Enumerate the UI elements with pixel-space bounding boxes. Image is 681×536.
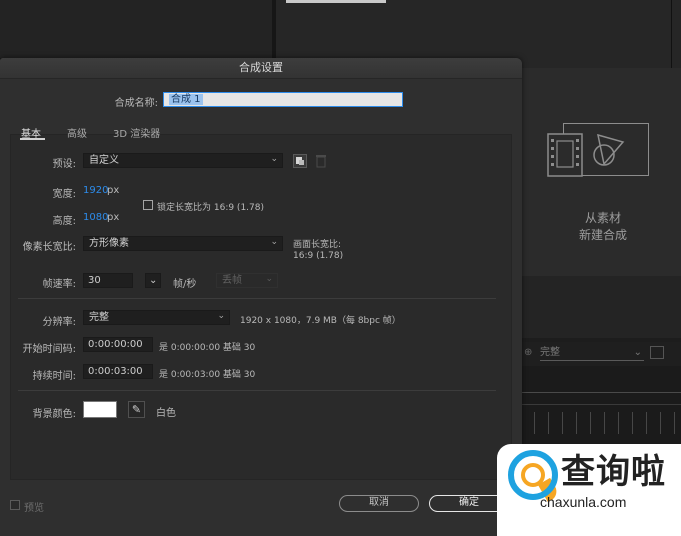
chevron-down-icon: ⌄ xyxy=(217,311,225,321)
chevron-down-icon: ⌄ xyxy=(270,154,278,164)
resolution-select-value: 完整 xyxy=(540,347,560,358)
pixel-aspect-label: 像素长宽比: xyxy=(22,242,76,253)
new-comp-from-footage-label[interactable]: 从素材 新建合成 xyxy=(548,210,658,244)
timeline-ruler[interactable] xyxy=(520,412,681,434)
eyedropper-icon[interactable]: ✎ xyxy=(128,401,145,418)
start-timecode-info: 是 0:00:00:00 基础 30 xyxy=(159,343,256,353)
watermark-url: chaxunla.com xyxy=(540,494,627,510)
dialog-titlebar[interactable]: 合成设置 xyxy=(0,58,522,79)
section-divider xyxy=(18,298,496,299)
preview-label: 预览 xyxy=(24,503,44,514)
frame-rate-unit: 帧/秒 xyxy=(173,279,197,290)
bg-color-label: 背景颜色: xyxy=(32,409,76,420)
workspace-panel xyxy=(520,276,681,338)
composition-settings-dialog: 合成设置 合成名称: 合成 1 基本 高级 3D 渲染器 预设: 自定义 ⌄ 宽… xyxy=(0,58,522,536)
resolution-info: 1920 x 1080，7.9 MB（每 8bpc 帧） xyxy=(240,316,401,326)
comp-name-label: 合成名称: xyxy=(114,98,158,109)
comp-name-value: 合成 1 xyxy=(169,94,203,105)
region-of-interest-button[interactable] xyxy=(650,346,664,359)
workspace-top-left-panel xyxy=(0,0,272,58)
height-label: 高度: xyxy=(52,216,76,227)
height-unit: px xyxy=(107,212,120,223)
frame-aspect-value: 16:9 (1.78) xyxy=(293,251,344,261)
resolution-select[interactable]: 完整 ⌄ xyxy=(83,310,230,325)
top-panel-bar xyxy=(286,0,386,3)
preset-label: 预设: xyxy=(52,159,76,170)
timeline-divider xyxy=(520,392,681,393)
frame-rate-label: 帧速率: xyxy=(42,279,76,290)
bg-color-swatch[interactable] xyxy=(83,401,117,418)
start-timecode-value: 0:00:00:00 xyxy=(88,339,143,350)
tab-3d-renderer[interactable]: 3D 渲染器 xyxy=(113,125,160,140)
height-value[interactable]: 1080 xyxy=(83,212,108,223)
chevron-down-icon: ⌄ xyxy=(265,274,273,284)
color-wheel-icon[interactable]: ⊕ xyxy=(524,347,532,358)
lock-aspect-label: 锁定长宽比为 16:9 (1.78) xyxy=(157,203,264,213)
duration-input[interactable]: 0:00:03:00 xyxy=(83,364,153,379)
panel-divider xyxy=(671,0,672,68)
pixel-aspect-select[interactable]: 方形像素 ⌄ xyxy=(83,236,283,251)
drop-frame-value: 丢帧 xyxy=(222,275,242,286)
chevron-down-icon: ⌄ xyxy=(633,347,642,358)
drop-frame-select[interactable]: 丢帧 ⌄ xyxy=(216,273,278,288)
film-icon xyxy=(547,133,583,177)
preset-value: 自定义 xyxy=(89,155,119,166)
shapes-icon xyxy=(593,133,625,166)
resolution-value: 完整 xyxy=(89,312,109,323)
frame-rate-menu-button[interactable]: ⌄ xyxy=(145,273,161,288)
chevron-down-icon: ⌄ xyxy=(270,237,278,247)
dialog-title: 合成设置 xyxy=(239,61,283,74)
lock-aspect-checkbox[interactable] xyxy=(143,200,153,210)
watermark-text: 查询啦 xyxy=(561,452,666,492)
pixel-aspect-value: 方形像素 xyxy=(89,238,129,249)
timeline-divider xyxy=(520,404,681,405)
preset-select[interactable]: 自定义 ⌄ xyxy=(83,153,283,168)
section-divider xyxy=(18,390,496,391)
frame-rate-input[interactable]: 30 xyxy=(83,273,133,288)
width-value[interactable]: 1920 xyxy=(83,185,108,196)
frame-rate-value: 30 xyxy=(88,275,101,286)
tab-advanced[interactable]: 高级 xyxy=(67,125,87,140)
trash-icon[interactable] xyxy=(315,154,329,168)
frame-aspect-label: 画面长宽比: xyxy=(293,240,342,250)
chevron-down-icon: ⌄ xyxy=(149,275,158,286)
preview-checkbox[interactable] xyxy=(10,500,20,510)
duration-value: 0:00:03:00 xyxy=(88,366,143,377)
width-unit: px xyxy=(107,185,120,196)
cancel-button[interactable]: 取消 xyxy=(339,495,419,512)
start-timecode-input[interactable]: 0:00:00:00 xyxy=(83,337,153,352)
bg-color-name: 白色 xyxy=(156,408,176,419)
resolution-label: 分辨率: xyxy=(42,317,76,328)
active-tab-indicator xyxy=(20,138,45,140)
width-label: 宽度: xyxy=(52,189,76,200)
comp-name-input[interactable]: 合成 1 xyxy=(163,92,403,107)
duration-info: 是 0:00:03:00 基础 30 xyxy=(159,370,256,380)
logo-icon-inner xyxy=(521,463,545,487)
resolution-select[interactable]: 完整 ⌄ xyxy=(540,346,644,361)
duration-label: 持续时间: xyxy=(32,371,76,382)
save-preset-icon[interactable] xyxy=(293,154,307,168)
start-timecode-label: 开始时间码: xyxy=(22,344,76,355)
